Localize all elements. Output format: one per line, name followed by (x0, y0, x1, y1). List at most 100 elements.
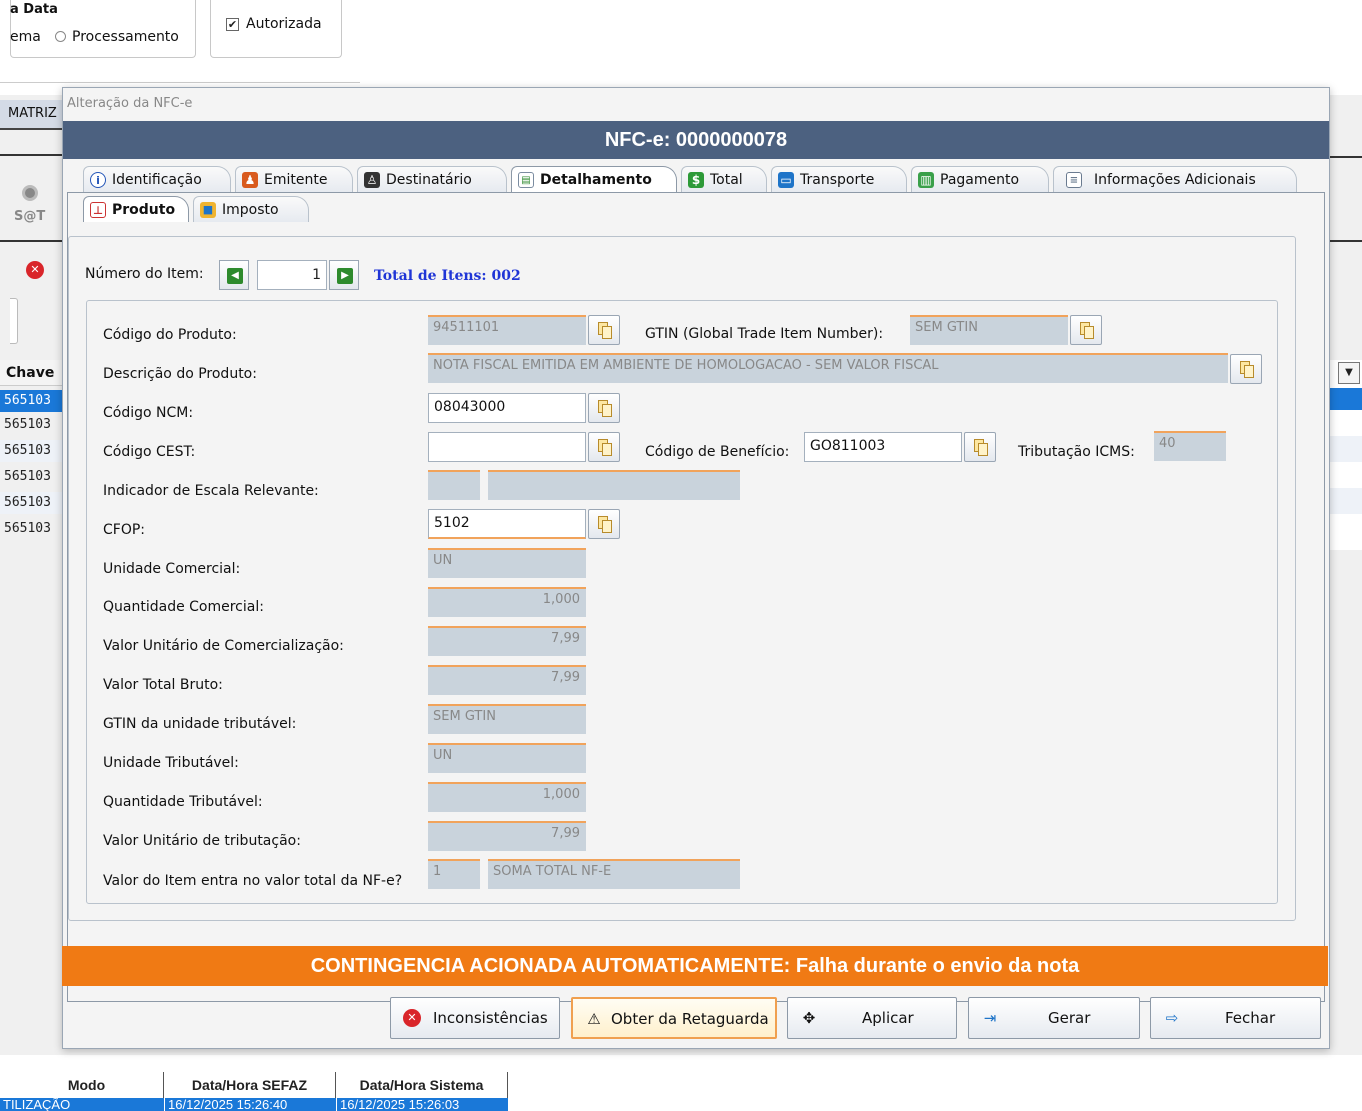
escala-relevante-desc-field[interactable] (488, 470, 740, 500)
grid-cell[interactable]: 16/12/2025 15:26:03 (337, 1098, 508, 1111)
gerar-button[interactable]: ⇥ Gerar (968, 997, 1140, 1039)
arrow-right-icon: ▶ (337, 268, 353, 284)
list-row[interactable] (1330, 388, 1362, 410)
gtin-field[interactable]: SEM GTIN (910, 315, 1068, 345)
tab-emitente[interactable]: ♟ Emitente (235, 166, 353, 192)
obter-retaguarda-button[interactable]: ⚠ Obter da Retaguarda (571, 997, 777, 1039)
inconsistencias-button[interactable]: ✕ Inconsistências (390, 997, 560, 1039)
info-icon: i (90, 172, 106, 188)
tab-total[interactable]: $ Total (681, 166, 767, 192)
total-items-label: Total de Itens: 002 (374, 268, 521, 284)
tab-identificacao[interactable]: i Identificação (83, 166, 231, 192)
list-row[interactable]: 565103 (0, 440, 64, 462)
background-toolbar (0, 0, 1362, 95)
copy-codigo-produto-button[interactable] (588, 315, 620, 345)
error-tab-icon[interactable]: ✕ (26, 261, 44, 279)
list-row[interactable]: 565103 (0, 492, 64, 514)
radio-sistema-label: ema (10, 29, 41, 45)
copy-cest-button[interactable] (588, 432, 620, 462)
codigo-produto-field[interactable]: 94511101 (428, 315, 586, 345)
tab-identificacao-label: Identificação (112, 172, 202, 188)
aplicar-button[interactable]: ✥ Aplicar (787, 997, 957, 1039)
background-button[interactable] (10, 298, 18, 344)
copy-ncm-button[interactable] (588, 393, 620, 423)
arrow-left-icon: ◀ (227, 268, 243, 284)
list-row[interactable] (1330, 436, 1362, 462)
autorizada-label: Autorizada (246, 16, 322, 32)
user-icon: ♙ (364, 172, 380, 188)
descricao-field[interactable]: NOTA FISCAL EMITIDA EM AMBIENTE DE HOMOL… (428, 353, 1228, 383)
copy-icon-page (602, 404, 612, 417)
beneficio-input[interactable]: GO811003 (804, 432, 962, 462)
copy-icon-page (1244, 365, 1254, 378)
unidade-tributavel-field[interactable]: UN (428, 743, 586, 773)
indicador-total-code-field[interactable]: 1 (428, 859, 480, 889)
generate-icon: ⇥ (983, 1009, 997, 1027)
document-icon: ▤ (518, 172, 534, 188)
item-number-input[interactable]: 1 (257, 260, 327, 290)
tab-destinatario-label: Destinatário (386, 172, 472, 188)
tab-matriz[interactable]: MATRIZ (0, 100, 64, 130)
ncm-input[interactable]: 08043000 (428, 393, 586, 423)
list-row[interactable]: 565103 (0, 518, 64, 540)
tab-informacoes-adicionais[interactable]: ≡ Informações Adicionais (1053, 166, 1297, 192)
gtin-unidade-tributavel-field[interactable]: SEM GTIN (428, 704, 586, 734)
previous-item-button[interactable]: ◀ (219, 260, 249, 290)
sat-icon[interactable] (22, 185, 38, 201)
copy-gtin-button[interactable] (1070, 315, 1102, 345)
cest-input[interactable] (428, 432, 586, 462)
tab-pagamento-label: Pagamento (940, 172, 1020, 188)
divider (0, 82, 360, 83)
valor-unitario-tributacao-field[interactable]: 7,99 (428, 821, 586, 851)
column-data-sistema[interactable]: Data/Hora Sistema (336, 1072, 508, 1098)
radio-processamento[interactable] (55, 31, 66, 42)
grid-cell[interactable]: TILIZAÇÃO (0, 1098, 164, 1111)
valor-unitario-comercializacao-label: Valor Unitário de Comercialização: (103, 638, 344, 654)
sat-label: S@T (14, 209, 46, 224)
escala-relevante-label: Indicador de Escala Relevante: (103, 483, 319, 499)
fechar-button[interactable]: ⇨ Fechar (1150, 997, 1321, 1039)
grid-cell[interactable]: 16/12/2025 15:26:40 (165, 1098, 336, 1111)
divider (1330, 240, 1362, 242)
error-icon: ✕ (403, 1009, 421, 1027)
cfop-label: CFOP: (103, 522, 146, 538)
chevron-down-icon[interactable]: ▼ (1338, 362, 1360, 384)
column-modo[interactable]: Modo (10, 1072, 164, 1098)
cfop-input[interactable]: 5102 (428, 509, 586, 539)
descricao-label: Descrição do Produto: (103, 366, 257, 382)
tab-transporte[interactable]: ▭ Transporte (771, 166, 907, 192)
list-header-chave: Chave (6, 365, 55, 381)
tab-detalhamento[interactable]: ▤ Detalhamento (511, 166, 677, 192)
quantidade-tributavel-field[interactable]: 1,000 (428, 782, 586, 812)
subtab-produto[interactable]: ⊥ Produto (83, 196, 189, 222)
copy-beneficio-button[interactable] (964, 432, 996, 462)
list-row[interactable]: 565103 (0, 414, 64, 436)
bus-icon: ▭ (778, 172, 794, 188)
unidade-comercial-field[interactable]: UN (428, 548, 586, 578)
valor-unitario-tributacao-label: Valor Unitário de tributação: (103, 833, 301, 849)
tributacao-icms-field[interactable]: 40 (1154, 431, 1226, 461)
valor-total-bruto-field[interactable]: 7,99 (428, 665, 586, 695)
escala-relevante-code-field[interactable] (428, 470, 480, 500)
autorizada-checkbox[interactable]: ✔ (226, 18, 239, 31)
tab-matriz-label: MATRIZ (8, 106, 57, 121)
copy-descricao-button[interactable] (1230, 354, 1262, 384)
list-row[interactable] (1330, 488, 1362, 514)
next-item-button[interactable]: ▶ (329, 260, 359, 290)
column-data-sefaz[interactable]: Data/Hora SEFAZ (164, 1072, 336, 1098)
note-icon: ≡ (1066, 172, 1082, 188)
warning-icon: ⚠ (587, 1010, 601, 1028)
subtab-imposto[interactable]: ■ Imposto (193, 196, 309, 222)
tab-destinatario[interactable]: ♙ Destinatário (357, 166, 507, 192)
tab-detalhamento-label: Detalhamento (540, 172, 652, 188)
valor-unitario-comercializacao-field[interactable]: 7,99 (428, 626, 586, 656)
copy-icon-page (978, 443, 988, 456)
indicador-total-desc-field[interactable]: SOMA TOTAL NF-E (488, 859, 740, 889)
list-row[interactable]: 565103 (0, 390, 64, 412)
quantidade-comercial-field[interactable]: 1,000 (428, 587, 586, 617)
gerar-label: Gerar (1048, 1009, 1091, 1027)
folder-icon: ■ (200, 202, 216, 218)
copy-cfop-button[interactable] (588, 509, 620, 539)
tab-pagamento[interactable]: ▥ Pagamento (911, 166, 1049, 192)
list-row[interactable]: 565103 (0, 466, 64, 488)
